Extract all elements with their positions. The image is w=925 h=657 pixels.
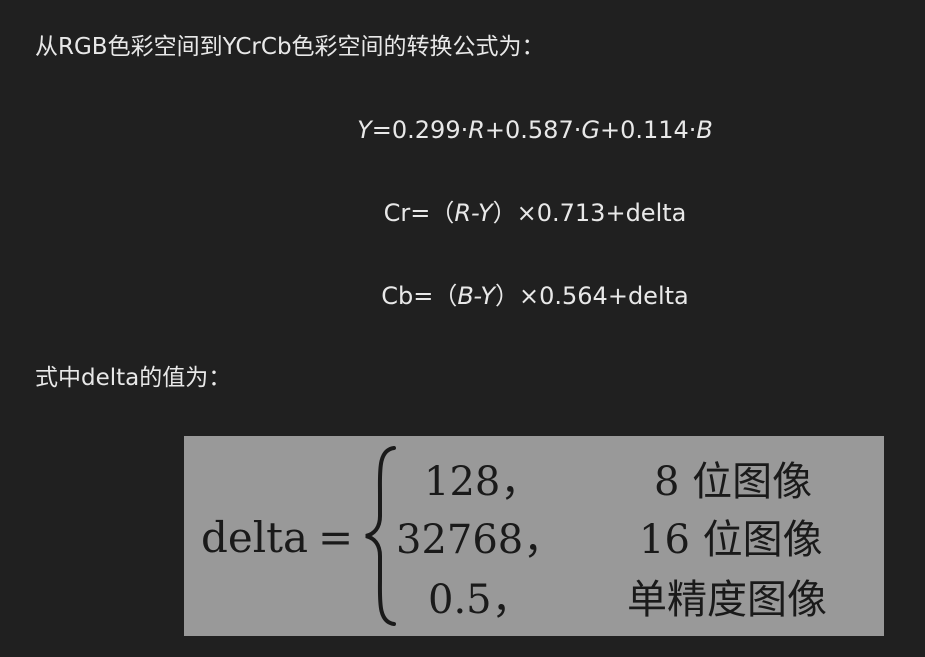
formula-y-lhs: Y [357,116,372,144]
formula-cr-lhs: Cr=（ [383,199,455,227]
left-brace-icon [365,446,396,626]
delta-case-value-8bit: 128， [424,459,541,505]
delta-equals: = [318,513,354,562]
formula-y-coef-b: +0.114· [599,116,697,144]
formula-cr: Cr=（R-Y）×0.713+delta [0,198,925,228]
formula-y-coef-r: =0.299· [371,116,469,144]
formula-cr-r: R [454,199,472,227]
delta-case-condition-16bit: 16 位图像 [639,517,823,563]
delta-intro-text: 式中delta的值为： [35,365,232,391]
delta-case-value-16bit: 32768， [396,517,564,563]
formula-y-coef-g: +0.587· [484,116,582,144]
delta-definition-image: delta = 128， 32768， 0.5， 8 位图像 16 位图像 单精… [184,436,884,636]
formula-cb-y: Y [480,282,496,310]
formula-y-g: G [581,116,600,144]
formula-cb-lhs: Cb=（ [381,282,458,310]
formula-y-r: R [468,116,485,144]
delta-lhs: delta [201,513,309,562]
formula-cr-rhs: ）×0.713+delta [492,199,687,227]
formula-cr-minus: - [471,199,478,227]
formula-cr-y: Y [477,199,493,227]
delta-case-condition-8bit: 8 位图像 [654,459,813,505]
formula-cb-rhs: ）×0.564+delta [495,282,689,310]
intro-text: 从RGB色彩空间到YCrCb色彩空间的转换公式为： [35,34,545,60]
formula-y: Y=0.299·R+0.587·G+0.114·B [0,115,925,145]
formula-y-b: B [696,116,713,144]
formula-cb: Cb=（B-Y）×0.564+delta [0,281,925,311]
delta-case-condition-float: 单精度图像 [627,577,827,623]
formula-cb-b: B [457,282,474,310]
delta-case-value-float: 0.5， [428,577,532,623]
